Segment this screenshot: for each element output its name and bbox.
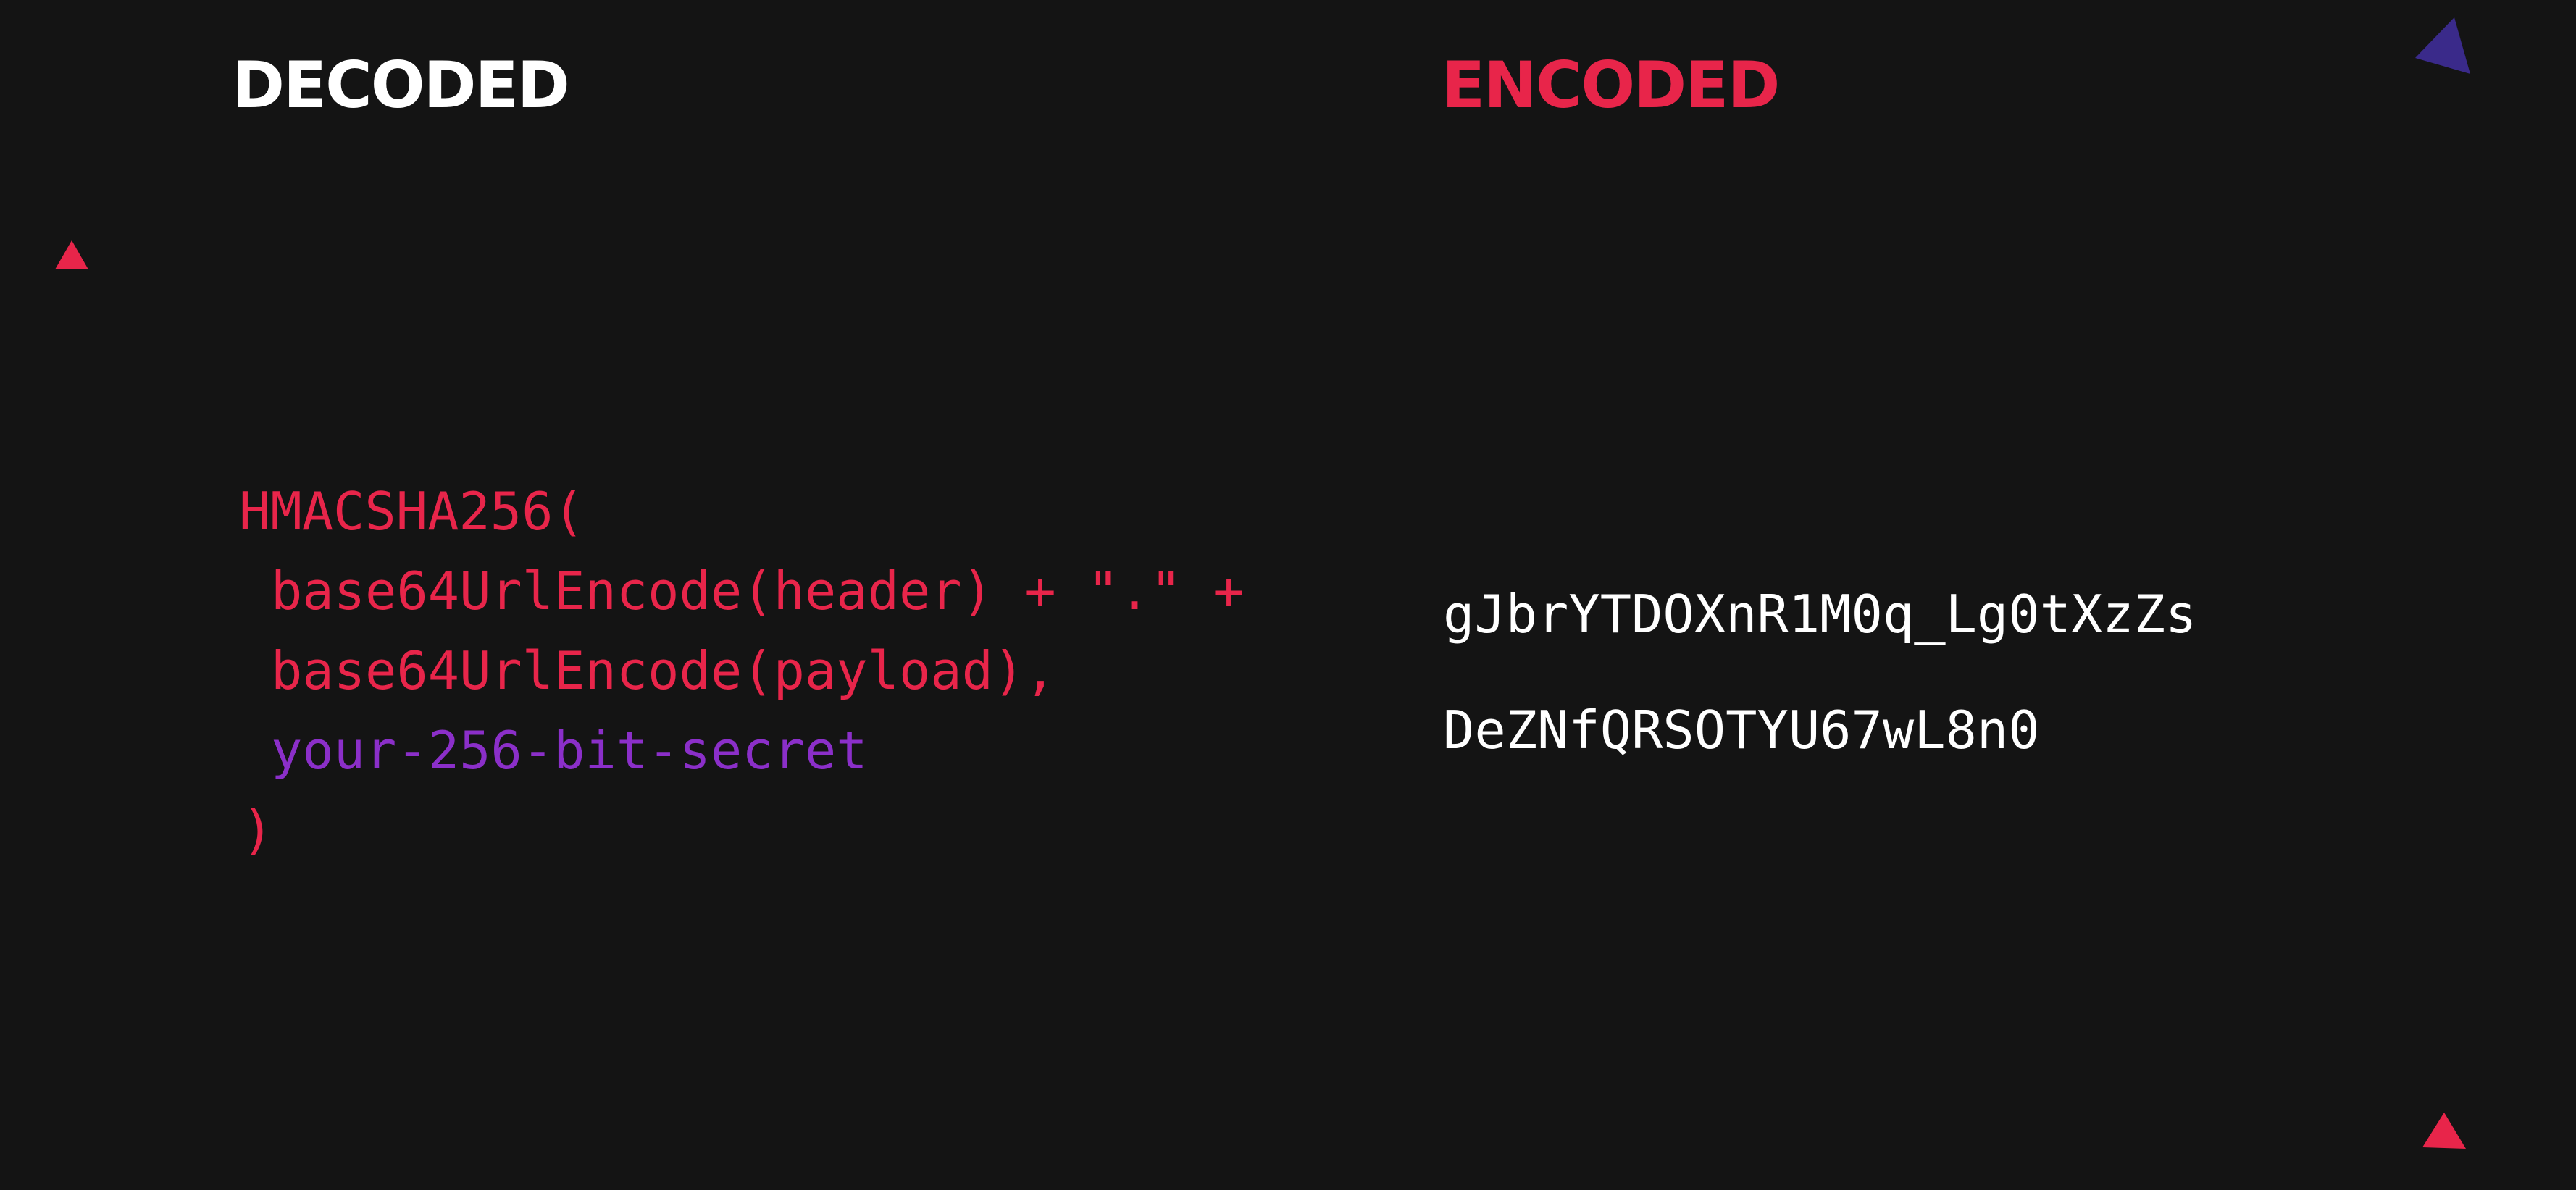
encoded-signature-line-1: gJbrYTDOXnR1M0q_Lg0tXzZs bbox=[1443, 584, 2197, 645]
encoded-heading: ENCODED bbox=[1442, 48, 1780, 122]
code-header-line: base64UrlEncode(header) + "." + bbox=[271, 561, 1245, 621]
code-close-line: ) bbox=[242, 800, 274, 860]
code-open-line: HMACSHA256( bbox=[239, 481, 585, 542]
encoded-signature-line-2: DeZNfQRSOTYU67wL8n0 bbox=[1443, 700, 2040, 760]
code-secret-line: your-256-bit-secret bbox=[271, 720, 868, 781]
triangle-decoration-bottom-right bbox=[2422, 1113, 2466, 1149]
code-payload-line: base64UrlEncode(payload), bbox=[271, 640, 1056, 701]
triangle-decoration-top-left bbox=[55, 240, 88, 269]
decoded-heading: DECODED bbox=[232, 48, 570, 122]
triangle-decoration-top-right bbox=[2415, 17, 2470, 74]
